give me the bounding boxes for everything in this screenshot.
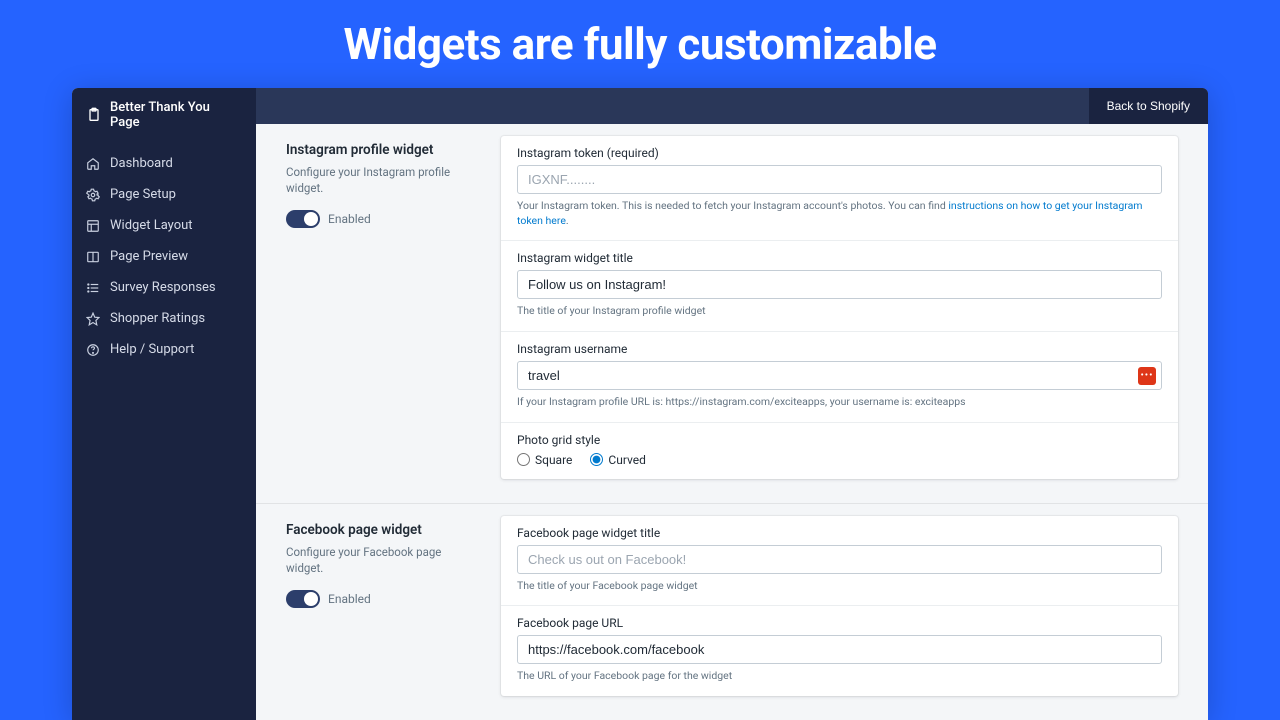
grid-option-square[interactable]: Square <box>517 453 572 467</box>
instagram-card: Instagram token (required) Your Instagra… <box>501 136 1178 479</box>
sidebar-item-dashboard[interactable]: Dashboard <box>72 148 256 179</box>
sidebar-item-label: Page Setup <box>110 187 176 202</box>
facebook-enabled-toggle[interactable] <box>286 590 320 608</box>
main: Back to Shopify Instagram profile widget… <box>256 88 1208 720</box>
sidebar-nav: Dashboard Page Setup Widget Layout Page … <box>72 142 256 371</box>
section-title: Instagram profile widget <box>286 142 481 158</box>
sidebar-item-page-preview[interactable]: Page Preview <box>72 241 256 272</box>
grid-option-curved[interactable]: Curved <box>590 453 645 467</box>
section-desc: Configure your Facebook page widget. <box>286 544 481 576</box>
layout-icon <box>86 219 100 233</box>
sidebar: Better Thank You Page Dashboard Page Set… <box>72 88 256 720</box>
facebook-widget-title-help: The title of your Facebook page widget <box>517 579 1162 594</box>
instagram-username-help: If your Instagram profile URL is: https:… <box>517 395 1162 410</box>
instagram-widget-title-input[interactable] <box>517 270 1162 299</box>
sidebar-item-survey-responses[interactable]: Survey Responses <box>72 272 256 303</box>
toggle-label: Enabled <box>328 592 371 606</box>
photo-grid-style-label: Photo grid style <box>517 433 1162 447</box>
instagram-username-label: Instagram username <box>517 342 1162 356</box>
sidebar-item-label: Widget Layout <box>110 218 193 233</box>
gear-icon <box>86 188 100 202</box>
toggle-label: Enabled <box>328 212 371 226</box>
facebook-widget-title-label: Facebook page widget title <box>517 526 1162 540</box>
facebook-url-help: The URL of your Facebook page for the wi… <box>517 669 1162 684</box>
sidebar-item-label: Page Preview <box>110 249 188 264</box>
star-icon <box>86 312 100 326</box>
preview-icon <box>86 250 100 264</box>
app-frame: Better Thank You Page Dashboard Page Set… <box>72 88 1208 720</box>
password-manager-icon[interactable]: ••• <box>1138 367 1156 385</box>
facebook-section: Facebook page widget Configure your Face… <box>256 504 1208 720</box>
instagram-widget-title-help: The title of your Instagram profile widg… <box>517 304 1162 319</box>
facebook-card: Facebook page widget title The title of … <box>501 516 1178 696</box>
sidebar-item-page-setup[interactable]: Page Setup <box>72 179 256 210</box>
sidebar-item-label: Survey Responses <box>110 280 216 295</box>
instagram-token-input[interactable] <box>517 165 1162 194</box>
facebook-url-input[interactable] <box>517 635 1162 664</box>
content-scroll[interactable]: Instagram profile widget Configure your … <box>256 124 1208 720</box>
sidebar-item-help-support[interactable]: Help / Support <box>72 334 256 365</box>
sidebar-item-shopper-ratings[interactable]: Shopper Ratings <box>72 303 256 334</box>
sidebar-item-label: Help / Support <box>110 342 194 357</box>
instagram-token-help: Your Instagram token. This is needed to … <box>517 199 1162 228</box>
help-icon <box>86 343 100 357</box>
instagram-token-label: Instagram token (required) <box>517 146 1162 160</box>
section-title: Facebook page widget <box>286 522 481 538</box>
sidebar-item-label: Dashboard <box>110 156 173 171</box>
clipboard-icon <box>86 107 102 123</box>
sidebar-item-widget-layout[interactable]: Widget Layout <box>72 210 256 241</box>
home-icon <box>86 157 100 171</box>
hero-title: Widgets are fully customizable <box>0 0 1280 88</box>
brand: Better Thank You Page <box>72 88 256 142</box>
instagram-widget-title-label: Instagram widget title <box>517 251 1162 265</box>
instagram-enabled-toggle[interactable] <box>286 210 320 228</box>
facebook-widget-title-input[interactable] <box>517 545 1162 574</box>
topbar: Back to Shopify <box>256 88 1208 124</box>
brand-label: Better Thank You Page <box>110 100 242 130</box>
sidebar-item-label: Shopper Ratings <box>110 311 205 326</box>
facebook-url-label: Facebook page URL <box>517 616 1162 630</box>
section-desc: Configure your Instagram profile widget. <box>286 164 481 196</box>
instagram-username-input[interactable] <box>517 361 1162 390</box>
back-to-shopify-button[interactable]: Back to Shopify <box>1089 88 1208 124</box>
instagram-section: Instagram profile widget Configure your … <box>256 124 1208 504</box>
list-icon <box>86 281 100 295</box>
